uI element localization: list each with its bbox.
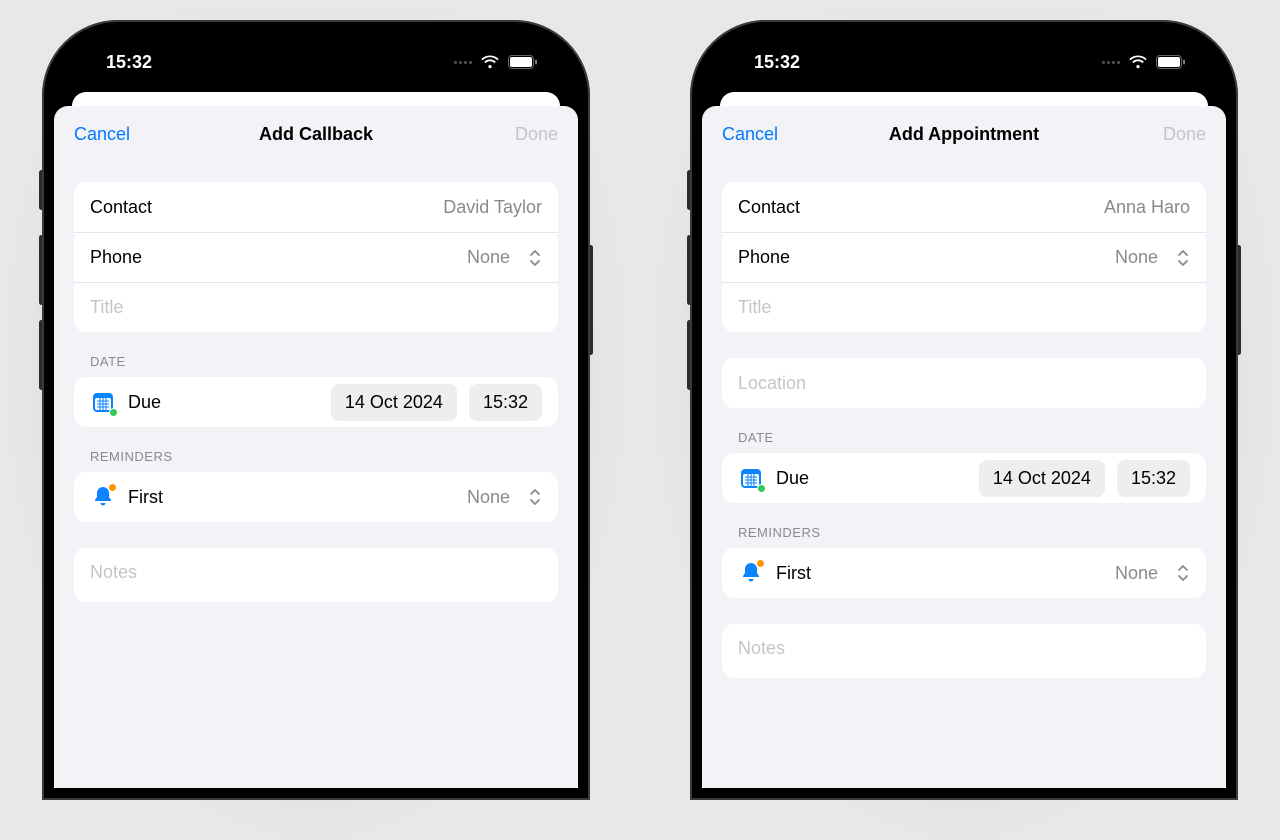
reminder-first-row[interactable]: First None — [722, 548, 1206, 598]
date-card: Due 14 Oct 2024 15:32 — [722, 453, 1206, 503]
done-button[interactable]: Done — [488, 124, 558, 145]
chevron-updown-icon — [528, 487, 542, 507]
phone-label: Phone — [738, 247, 790, 268]
phone-callback: 15:32 Cancel — [42, 20, 590, 800]
notes-card: Notes — [74, 548, 558, 602]
contact-card: Contact David Taylor Phone None — [74, 182, 558, 332]
due-label: Due — [128, 392, 161, 413]
contact-label: Contact — [90, 197, 152, 218]
due-row: Due 14 Oct 2024 15:32 — [74, 377, 558, 427]
date-section-header: DATE — [90, 354, 558, 369]
date-section-header: DATE — [738, 430, 1206, 445]
reminder-first-row[interactable]: First None — [74, 472, 558, 522]
phone-row[interactable]: Phone None — [722, 232, 1206, 282]
bell-icon — [91, 485, 115, 509]
screen-record-indicator-icon — [454, 61, 472, 64]
title-input-row[interactable]: Title — [74, 282, 558, 332]
cancel-button[interactable]: Cancel — [74, 124, 144, 145]
due-date-chip[interactable]: 14 Oct 2024 — [979, 460, 1105, 497]
due-time-chip[interactable]: 15:32 — [1117, 460, 1190, 497]
location-input-row[interactable]: Location — [722, 358, 1206, 408]
modal-title: Add Callback — [144, 124, 488, 145]
reminders-section-header: REMINDERS — [90, 449, 558, 464]
due-date-chip[interactable]: 14 Oct 2024 — [331, 384, 457, 421]
battery-icon — [1156, 55, 1186, 69]
add-appointment-modal: Cancel Add Appointment Done Contact Anna… — [702, 106, 1226, 788]
battery-icon — [508, 55, 538, 69]
bell-icon — [739, 561, 763, 585]
notes-placeholder: Notes — [738, 638, 1190, 659]
contact-value: Anna Haro — [1104, 197, 1190, 218]
reminder-first-value: None — [467, 487, 510, 508]
reminder-first-value: None — [1115, 563, 1158, 584]
chevron-updown-icon — [1176, 563, 1190, 583]
status-bar: 15:32 — [54, 32, 578, 92]
reminder-first-label: First — [128, 487, 163, 508]
chevron-updown-icon — [528, 248, 542, 268]
notes-placeholder: Notes — [90, 562, 542, 583]
wifi-icon — [480, 55, 500, 69]
contact-value: David Taylor — [443, 197, 542, 218]
calendar-icon — [739, 466, 763, 490]
phone-row[interactable]: Phone None — [74, 232, 558, 282]
location-placeholder: Location — [738, 373, 1190, 394]
cancel-button[interactable]: Cancel — [722, 124, 792, 145]
phone-label: Phone — [90, 247, 142, 268]
notes-input-row[interactable]: Notes — [74, 548, 558, 602]
status-time: 15:32 — [754, 52, 800, 73]
due-row: Due 14 Oct 2024 15:32 — [722, 453, 1206, 503]
calendar-icon — [91, 390, 115, 414]
status-bar: 15:32 — [702, 32, 1226, 92]
title-placeholder: Title — [738, 297, 1190, 318]
reminders-section-header: REMINDERS — [738, 525, 1206, 540]
chevron-updown-icon — [1176, 248, 1190, 268]
phone-value: None — [1115, 247, 1158, 268]
notes-card: Notes — [722, 624, 1206, 678]
reminder-first-label: First — [776, 563, 811, 584]
reminders-card: First None — [74, 472, 558, 522]
contact-card: Contact Anna Haro Phone None — [722, 182, 1206, 332]
status-time: 15:32 — [106, 52, 152, 73]
wifi-icon — [1128, 55, 1148, 69]
done-button[interactable]: Done — [1136, 124, 1206, 145]
due-time-chip[interactable]: 15:32 — [469, 384, 542, 421]
phone-value: None — [467, 247, 510, 268]
notes-input-row[interactable]: Notes — [722, 624, 1206, 678]
title-input-row[interactable]: Title — [722, 282, 1206, 332]
location-card: Location — [722, 358, 1206, 408]
contact-row[interactable]: Contact Anna Haro — [722, 182, 1206, 232]
contact-row[interactable]: Contact David Taylor — [74, 182, 558, 232]
contact-label: Contact — [738, 197, 800, 218]
title-placeholder: Title — [90, 297, 542, 318]
due-label: Due — [776, 468, 809, 489]
reminders-card: First None — [722, 548, 1206, 598]
modal-title: Add Appointment — [792, 124, 1136, 145]
screen-record-indicator-icon — [1102, 61, 1120, 64]
add-callback-modal: Cancel Add Callback Done Contact David T… — [54, 106, 578, 788]
date-card: Due 14 Oct 2024 15:32 — [74, 377, 558, 427]
phone-appointment: 15:32 Cancel — [690, 20, 1238, 800]
